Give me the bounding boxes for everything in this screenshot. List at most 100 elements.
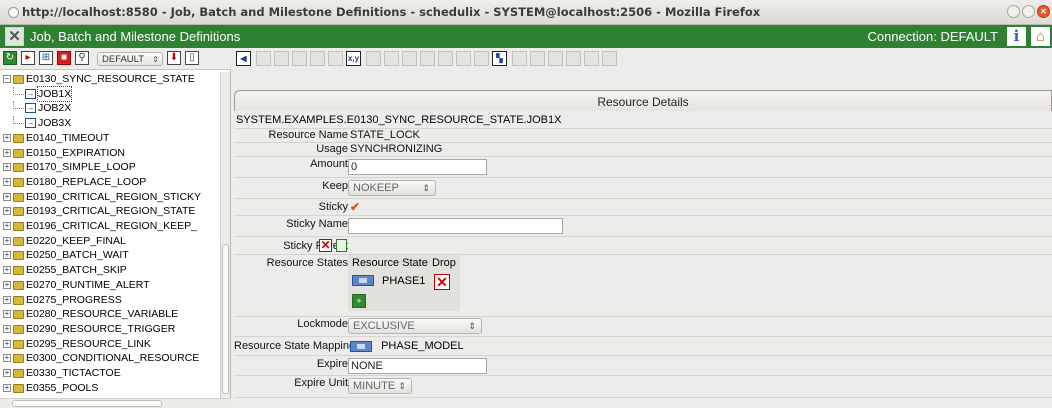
tree-item-folder[interactable]: + E0330_TICTACTOE bbox=[0, 366, 221, 380]
down-icon[interactable] bbox=[274, 51, 289, 66]
page-icon[interactable] bbox=[328, 51, 343, 66]
collapse-icon[interactable]: − bbox=[3, 75, 11, 83]
environment-select[interactable]: DEFAULT ⇕ bbox=[97, 52, 163, 66]
refresh-icon[interactable]: ↻ bbox=[3, 51, 17, 65]
expand-icon[interactable]: + bbox=[3, 266, 11, 275]
amount-field[interactable]: 0 bbox=[348, 159, 487, 175]
graph-icon[interactable]: ▚ bbox=[492, 51, 507, 66]
expand-icon[interactable]: + bbox=[3, 295, 11, 304]
tree-item-folder[interactable]: + E0190_CRITICAL_REGION_STICKY bbox=[0, 190, 221, 204]
new-job-icon[interactable]: ⊞ bbox=[39, 51, 53, 65]
tree-item-folder[interactable]: + E0150_EXPIRATION bbox=[0, 146, 221, 160]
tree-item-folder[interactable]: + E0193_CRITICAL_REGION_STATE bbox=[0, 204, 221, 218]
expand-icon[interactable]: + bbox=[3, 222, 11, 230]
tree-item-label: JOB1X bbox=[36, 85, 73, 102]
table2-icon[interactable] bbox=[402, 51, 417, 66]
paste-icon[interactable] bbox=[438, 51, 453, 66]
expand-icon[interactable]: + bbox=[3, 236, 11, 245]
tree-item-folder[interactable]: − E0130_SYNC_RESOURCE_STATE bbox=[0, 72, 221, 86]
tree-item-folder[interactable]: + E0295_RESOURCE_LINK bbox=[0, 337, 221, 351]
up-icon[interactable] bbox=[256, 51, 271, 66]
new-folder-icon[interactable]: ▸ bbox=[21, 51, 35, 65]
expand-icon[interactable]: + bbox=[3, 324, 11, 333]
sticky-checkbox[interactable]: ✔ bbox=[350, 201, 361, 213]
tree-item-folder[interactable]: + E0275_PROGRESS bbox=[0, 293, 221, 307]
expand-icon[interactable]: + bbox=[3, 339, 11, 348]
expand-icon[interactable]: + bbox=[3, 369, 11, 377]
scroll-thumb[interactable] bbox=[222, 244, 229, 394]
tree-horizontal-scrollbar[interactable] bbox=[0, 398, 231, 408]
tree-item-folder[interactable]: + E0255_BATCH_SKIP bbox=[0, 263, 221, 277]
expand-icon[interactable]: + bbox=[3, 133, 11, 142]
list-icon[interactable] bbox=[474, 51, 489, 66]
expand-icon[interactable]: + bbox=[3, 207, 11, 216]
note-icon[interactable] bbox=[530, 51, 545, 66]
tree-vertical-scrollbar[interactable] bbox=[220, 72, 230, 398]
clear-x-icon[interactable]: ✕ bbox=[319, 239, 332, 252]
xy-icon[interactable]: x,y bbox=[346, 51, 361, 66]
tree-item-folder[interactable]: + E0300_CONDITIONAL_RESOURCE bbox=[0, 351, 221, 365]
download-icon[interactable]: ⬇ bbox=[167, 51, 181, 65]
expand-icon[interactable]: + bbox=[3, 192, 11, 201]
expire-unit-select[interactable]: MINUTE ⇕ bbox=[348, 378, 412, 394]
expand-icon[interactable]: + bbox=[3, 251, 11, 260]
expand-icon[interactable]: + bbox=[3, 354, 11, 363]
lockmode-select[interactable]: EXCLUSIVE ⇕ bbox=[348, 318, 482, 334]
rsm-label: Resource State Mapping bbox=[234, 340, 356, 352]
cut-icon[interactable] bbox=[420, 51, 435, 66]
clipboard-icon[interactable] bbox=[456, 51, 471, 66]
expire-field[interactable]: NONE bbox=[348, 358, 487, 374]
expand-icon[interactable]: + bbox=[3, 280, 11, 289]
rsm-link-icon[interactable] bbox=[350, 340, 372, 352]
drop-x-icon[interactable]: ✕ bbox=[434, 274, 450, 290]
tree-item-label: E0290_RESOURCE_TRIGGER bbox=[26, 322, 176, 335]
expand-icon[interactable]: + bbox=[3, 383, 11, 392]
frame-icon[interactable] bbox=[584, 51, 599, 66]
maximize-button[interactable]: □ bbox=[1022, 5, 1035, 18]
add-state-icon[interactable]: + bbox=[352, 294, 366, 308]
expand-icon[interactable]: + bbox=[3, 310, 11, 319]
tree-item-folder[interactable]: + E0270_RUNTIME_ALERT bbox=[0, 278, 221, 292]
tree-item-folder[interactable]: + E0180_REPLACE_LOOP bbox=[0, 175, 221, 189]
home-icon[interactable]: ⌂ bbox=[1031, 27, 1050, 46]
expand-icon[interactable]: + bbox=[3, 177, 11, 186]
expand-icon[interactable]: + bbox=[3, 148, 11, 157]
delete-icon[interactable] bbox=[310, 51, 325, 66]
resource-state-icon[interactable] bbox=[352, 274, 374, 286]
tree-item-folder[interactable]: + E0290_RESOURCE_TRIGGER bbox=[0, 322, 221, 336]
resource-states-table: Resource State Drop PHASE1 ✕ + bbox=[348, 255, 460, 311]
table-icon[interactable] bbox=[384, 51, 399, 66]
search-icon[interactable]: ⚲ bbox=[75, 51, 89, 65]
minimize-button[interactable]: – bbox=[1007, 5, 1020, 18]
keep-select[interactable]: NOKEEP ⇕ bbox=[348, 180, 436, 196]
document-icon[interactable]: ▯ bbox=[185, 51, 199, 65]
scroll-thumb[interactable] bbox=[12, 400, 162, 407]
edit-icon[interactable] bbox=[512, 51, 527, 66]
tree-item-folder[interactable]: + E0170_SIMPLE_LOOP bbox=[0, 160, 221, 174]
tree-item-folder[interactable]: + E0196_CRITICAL_REGION_KEEP_ bbox=[0, 219, 221, 233]
tree-item-folder[interactable]: + E0250_BATCH_WAIT bbox=[0, 248, 221, 262]
back-arrow-icon[interactable]: ◀ bbox=[236, 51, 251, 66]
copy-icon[interactable] bbox=[292, 51, 307, 66]
tree-item-folder[interactable]: + E0220_KEEP_FINAL bbox=[0, 234, 221, 248]
sticky-name-field[interactable] bbox=[348, 218, 563, 234]
tree-item-folder[interactable]: + E0355_POOLS bbox=[0, 381, 221, 395]
tools-icon[interactable] bbox=[566, 51, 581, 66]
info-icon[interactable]: i bbox=[1007, 27, 1026, 46]
folder-icon bbox=[13, 324, 24, 334]
tree-item-folder[interactable]: + E0280_RESOURCE_VARIABLE bbox=[0, 307, 221, 321]
tree-item-job[interactable]: → JOB3X bbox=[0, 116, 221, 130]
resource-states-row: Resource States Resource State Drop PHAS… bbox=[234, 254, 1052, 317]
tree-item-job[interactable]: → JOB1X bbox=[0, 85, 221, 102]
lock-icon[interactable]: ■ bbox=[57, 51, 71, 65]
tree-item-folder[interactable]: + E0140_TIMEOUT bbox=[0, 131, 221, 145]
tree-item-job[interactable]: → JOB2X bbox=[0, 101, 221, 115]
expand-icon[interactable]: + bbox=[3, 163, 11, 172]
pencil-icon[interactable] bbox=[548, 51, 563, 66]
folder-icon bbox=[13, 354, 24, 364]
close-button[interactable]: ✕ bbox=[1037, 5, 1050, 18]
config-icon[interactable] bbox=[602, 51, 617, 66]
folder-icon bbox=[13, 280, 24, 290]
grid-icon[interactable] bbox=[366, 51, 381, 66]
browse-icon[interactable] bbox=[336, 239, 348, 252]
